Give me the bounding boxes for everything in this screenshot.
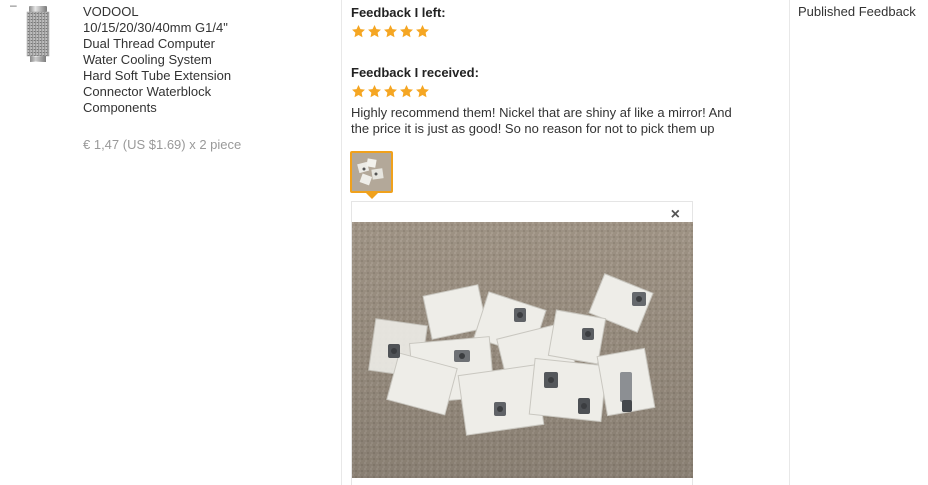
product-title-line: Dual Thread Computer xyxy=(83,36,215,51)
star-icon xyxy=(352,24,365,38)
thumbnail-pointer xyxy=(366,193,378,199)
product-title-line: Water Cooling System xyxy=(83,52,212,67)
star-icon xyxy=(368,84,381,98)
close-icon[interactable]: × xyxy=(671,207,680,223)
star-icon xyxy=(416,24,429,38)
product-title-line: 10/15/20/30/40mm G1/4" xyxy=(83,20,228,35)
product-thumbnail[interactable] xyxy=(21,6,55,62)
star-icon xyxy=(400,84,413,98)
feedback-received-section: Feedback I received: Highly recommend th… xyxy=(351,65,781,137)
feedback-text-line: the price it is just as good! So no reas… xyxy=(351,121,715,136)
star-icon xyxy=(416,84,429,98)
photo-thumbnail-image xyxy=(352,153,391,191)
star-icon xyxy=(368,24,381,38)
star-icon xyxy=(384,24,397,38)
star-icon xyxy=(384,84,397,98)
product-info: VODOOL 10/15/20/30/40mm G1/4" Dual Threa… xyxy=(83,4,283,152)
product-title-line: Hard Soft Tube Extension xyxy=(83,68,232,83)
collapse-toggle[interactable]: – xyxy=(10,0,17,11)
product-title-line: Connector Waterblock xyxy=(83,84,212,99)
feedback-left-rating xyxy=(351,24,446,39)
photo-viewer: × xyxy=(351,201,693,485)
column-divider xyxy=(341,0,342,485)
feedback-photo xyxy=(352,222,693,478)
star-icon xyxy=(400,24,413,38)
connector-image xyxy=(26,6,50,62)
product-title[interactable]: VODOOL 10/15/20/30/40mm G1/4" Dual Threa… xyxy=(83,4,283,116)
feedback-text-line: Highly recommend them! Nickel that are s… xyxy=(351,105,732,120)
product-price: € 1,47 (US $1.69) x 2 piece xyxy=(83,137,242,152)
feedback-received-text: Highly recommend them! Nickel that are s… xyxy=(351,105,781,137)
star-icon xyxy=(352,84,365,98)
feedback-received-rating xyxy=(351,84,781,99)
feedback-received-heading: Feedback I received: xyxy=(351,65,479,80)
feedback-photo-thumbnail[interactable] xyxy=(350,151,393,193)
feedback-left-heading: Feedback I left: xyxy=(351,5,446,20)
feedback-status: Published Feedback xyxy=(798,4,916,19)
column-divider xyxy=(789,0,790,485)
feedback-left-section: Feedback I left: xyxy=(351,5,446,39)
product-title-line: VODOOL xyxy=(83,4,139,19)
product-title-line: Components xyxy=(83,100,157,115)
